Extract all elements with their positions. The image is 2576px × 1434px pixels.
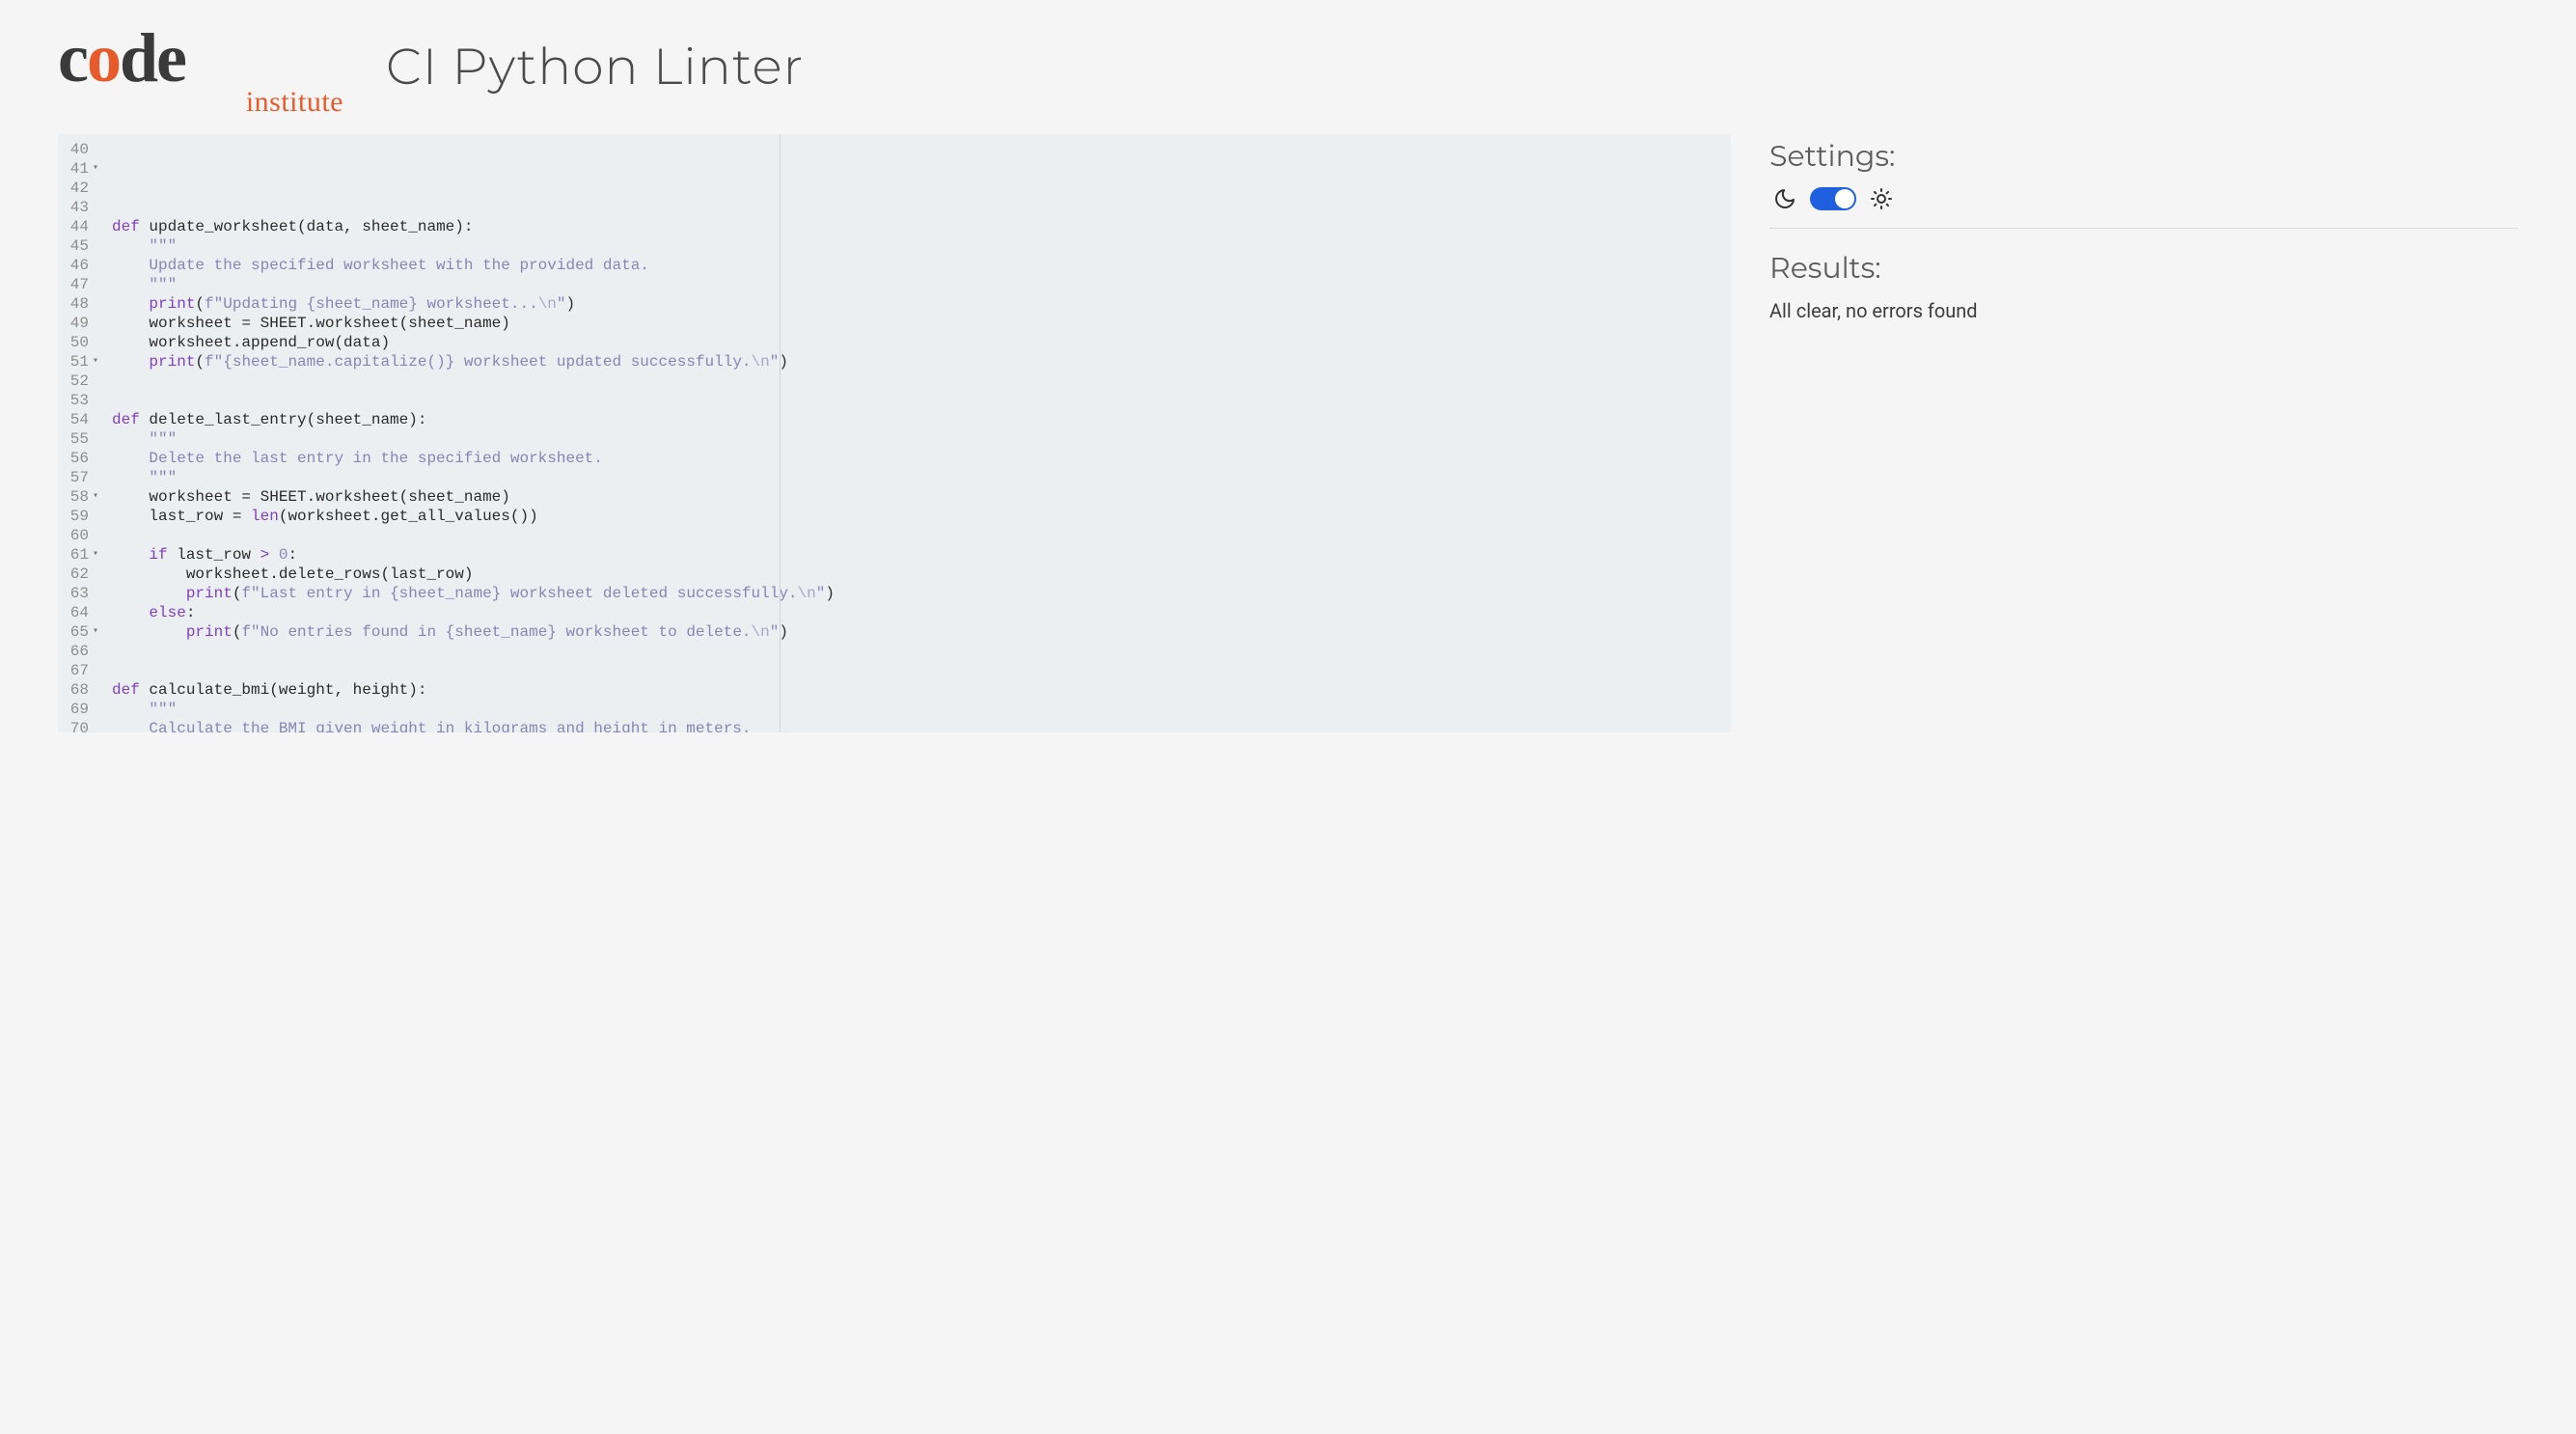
line-number-gutter: 4041▾42434445464748495051▾52535455565758… — [58, 134, 104, 732]
code-line[interactable]: worksheet = SHEET.worksheet(sheet_name) — [112, 487, 1723, 507]
line-number: 46 — [66, 256, 100, 275]
line-number: 65▾ — [66, 622, 100, 642]
line-number: 60 — [66, 526, 100, 545]
page-title: CI Python Linter — [386, 19, 804, 97]
code-line[interactable]: last_row = len(worksheet.get_all_values(… — [112, 507, 1723, 526]
code-line[interactable]: if last_row > 0: — [112, 545, 1723, 565]
ruler-line — [780, 134, 781, 732]
line-number: 43 — [66, 198, 100, 217]
line-number: 63 — [66, 584, 100, 603]
results-heading: Results: — [1769, 250, 2518, 286]
line-number: 64 — [66, 603, 100, 622]
line-number: 40 — [66, 140, 100, 159]
code-line[interactable]: print(f"{sheet_name.capitalize()} worksh… — [112, 352, 1723, 372]
code-line[interactable]: def calculate_bmi(weight, height): — [112, 680, 1723, 700]
code-line[interactable]: def update_worksheet(data, sheet_name): — [112, 217, 1723, 236]
line-number: 50 — [66, 333, 100, 352]
line-number: 42 — [66, 179, 100, 198]
line-number: 51▾ — [66, 352, 100, 372]
code-line[interactable]: """ — [112, 236, 1723, 256]
fold-icon[interactable]: ▾ — [91, 545, 100, 565]
line-number: 68 — [66, 680, 100, 700]
line-number: 48 — [66, 294, 100, 314]
line-number: 56 — [66, 449, 100, 468]
line-number: 66 — [66, 642, 100, 661]
code-line[interactable]: print(f"Last entry in {sheet_name} works… — [112, 584, 1723, 603]
code-line[interactable]: def delete_last_entry(sheet_name): — [112, 410, 1723, 429]
code-line[interactable]: """ — [112, 468, 1723, 487]
fold-icon[interactable]: ▾ — [91, 159, 100, 179]
line-number: 67 — [66, 661, 100, 680]
theme-toggle[interactable] — [1810, 187, 1856, 210]
code-line[interactable] — [112, 526, 1723, 545]
line-number: 69 — [66, 700, 100, 719]
line-number: 52 — [66, 372, 100, 391]
code-line[interactable]: """ — [112, 700, 1723, 719]
line-number: 41▾ — [66, 159, 100, 179]
code-line[interactable]: """ — [112, 429, 1723, 449]
line-number: 55 — [66, 429, 100, 449]
line-number: 59 — [66, 507, 100, 526]
line-number: 49 — [66, 314, 100, 333]
line-number: 61▾ — [66, 545, 100, 565]
line-number: 54 — [66, 410, 100, 429]
settings-heading: Settings: — [1769, 138, 2518, 174]
code-line[interactable] — [112, 372, 1723, 391]
code-area[interactable]: def update_worksheet(data, sheet_name): … — [104, 134, 1731, 732]
code-line[interactable]: print(f"Updating {sheet_name} worksheet.… — [112, 294, 1723, 314]
line-number: 57 — [66, 468, 100, 487]
line-number: 58▾ — [66, 487, 100, 507]
line-number: 62 — [66, 565, 100, 584]
fold-icon[interactable]: ▾ — [91, 622, 100, 642]
code-line[interactable] — [112, 661, 1723, 680]
theme-row — [1769, 187, 2518, 229]
line-number: 47 — [66, 275, 100, 294]
code-line[interactable]: Update the specified worksheet with the … — [112, 256, 1723, 275]
line-number: 53 — [66, 391, 100, 410]
code-line[interactable]: worksheet.append_row(data) — [112, 333, 1723, 352]
fold-icon[interactable]: ▾ — [91, 352, 100, 372]
toggle-knob — [1835, 189, 1854, 208]
logo: code institute — [58, 19, 347, 119]
line-number: 70 — [66, 719, 100, 732]
code-line[interactable] — [112, 642, 1723, 661]
sidebar: Settings: — [1769, 134, 2518, 732]
sun-icon — [1870, 187, 1893, 210]
logo-word: code — [58, 27, 347, 90]
line-number: 45 — [66, 236, 100, 256]
code-line[interactable]: worksheet = SHEET.worksheet(sheet_name) — [112, 314, 1723, 333]
results-text: All clear, no errors found — [1769, 299, 2518, 322]
code-line[interactable]: else: — [112, 603, 1723, 622]
code-line[interactable]: print(f"No entries found in {sheet_name}… — [112, 622, 1723, 642]
code-editor[interactable]: 4041▾42434445464748495051▾52535455565758… — [58, 134, 1731, 732]
code-line[interactable]: Calculate the BMI given weight in kilogr… — [112, 719, 1723, 732]
header: code institute CI Python Linter — [58, 19, 2518, 119]
code-line[interactable] — [112, 391, 1723, 410]
code-line[interactable]: Delete the last entry in the specified w… — [112, 449, 1723, 468]
moon-icon — [1773, 187, 1796, 210]
code-line[interactable]: worksheet.delete_rows(last_row) — [112, 565, 1723, 584]
line-number: 44 — [66, 217, 100, 236]
code-line[interactable]: """ — [112, 275, 1723, 294]
fold-icon[interactable]: ▾ — [91, 487, 100, 507]
code-line[interactable] — [112, 198, 1723, 217]
